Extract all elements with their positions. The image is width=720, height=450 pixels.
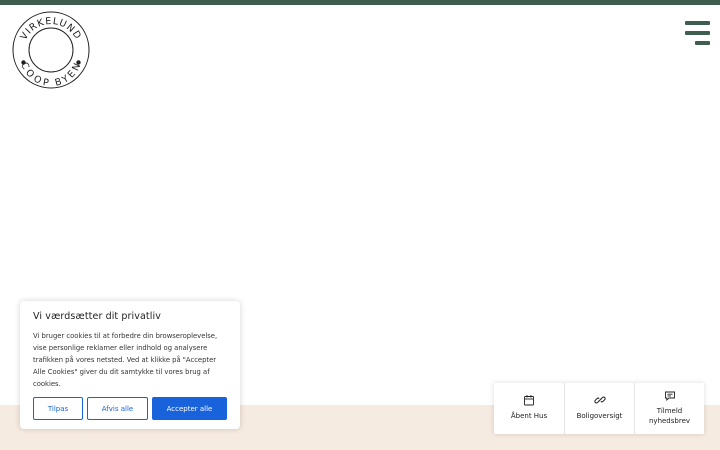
link-icon — [593, 394, 606, 406]
logo-bottom-text: COOP BYEN — [18, 61, 83, 89]
calendar-icon — [523, 394, 535, 406]
quick-link-label-line: Tilmeld — [656, 407, 683, 415]
quick-links-bar: Åbent Hus Boligoversigt Tilmeld nyhedsbr… — [494, 383, 704, 434]
cookie-text-line: Vi bruger cookies til at forbedre din br… — [33, 332, 218, 340]
quick-link-label: Tilmeld nyhedsbrev — [649, 406, 690, 426]
logo-flower-icon-left — [21, 60, 26, 65]
cookie-text-line: Alle Cookies" giver du dit samtykke til … — [33, 368, 210, 376]
accept-all-button[interactable]: Accepter alle — [152, 397, 227, 420]
cookie-buttons: Tilpas Afvis alle Accepter alle — [33, 397, 227, 420]
quick-link-housing-overview[interactable]: Boligoversigt — [564, 383, 634, 434]
cookie-text-line: vise personlige reklamer eller indhold o… — [33, 344, 208, 352]
chat-icon — [664, 390, 676, 402]
menu-line — [685, 31, 710, 35]
cookie-consent-banner: Vi værdsætter dit privatliv Vi bruger co… — [20, 301, 240, 429]
quick-link-newsletter[interactable]: Tilmeld nyhedsbrev — [634, 383, 704, 434]
logo-seal: VIRKELUND COOP BYEN — [12, 11, 90, 89]
quick-link-label: Åbent Hus — [510, 412, 548, 420]
reject-all-button[interactable]: Afvis alle — [87, 397, 148, 420]
svg-text:COOP BYEN: COOP BYEN — [18, 61, 84, 89]
cookie-description: Vi bruger cookies til at forbedre din br… — [33, 330, 227, 390]
cookie-text-line: trafikken på vores netsted. Ved at klikk… — [33, 356, 217, 364]
virkelund-logo[interactable]: VIRKELUND COOP BYEN — [12, 11, 90, 89]
cookie-title: Vi værdsætter dit privatliv — [33, 311, 161, 322]
top-accent-bar — [0, 0, 720, 5]
menu-line — [685, 21, 710, 25]
cookie-text-line: cookies. — [33, 380, 61, 388]
hamburger-icon[interactable] — [685, 21, 710, 45]
logo-flower-icon-right — [76, 60, 81, 65]
menu-line — [695, 41, 710, 45]
quick-link-label: Boligoversigt — [576, 412, 623, 420]
quick-link-open-house[interactable]: Åbent Hus — [494, 383, 564, 434]
quick-link-label-line: nyhedsbrev — [648, 417, 691, 425]
customize-button[interactable]: Tilpas — [33, 397, 83, 420]
